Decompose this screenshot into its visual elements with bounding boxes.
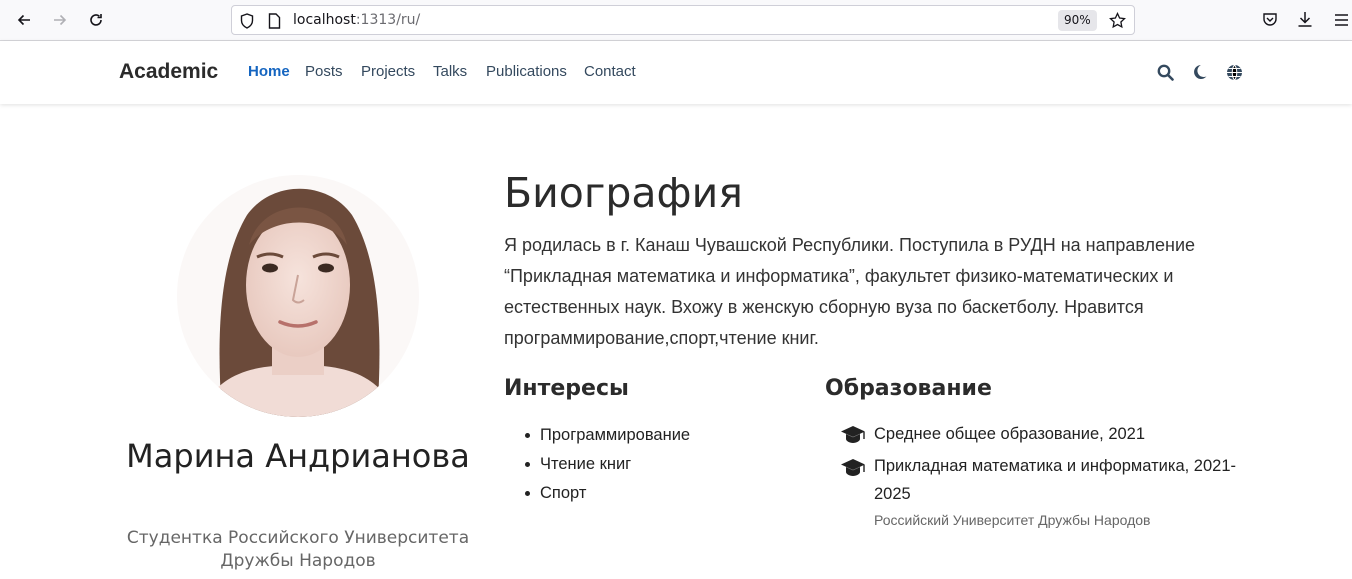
language-switcher[interactable] bbox=[1224, 62, 1244, 82]
profile-role: Студентка Российского Университета Дружб… bbox=[126, 528, 470, 571]
reload-icon bbox=[90, 14, 102, 26]
list-item: Спорт bbox=[522, 480, 690, 509]
interest-label: Программирование bbox=[540, 426, 691, 444]
bullet-icon bbox=[525, 491, 530, 496]
search-button[interactable] bbox=[1155, 62, 1175, 82]
interests-list: Программирование Чтение книг Спорт bbox=[522, 422, 690, 509]
globe-icon bbox=[1226, 64, 1242, 80]
nav-talks[interactable]: Talks bbox=[433, 63, 467, 80]
zoom-level-badge[interactable]: 90% bbox=[1058, 10, 1097, 31]
browser-toolbar: localhost:1313/ru/ 90% bbox=[0, 0, 1352, 41]
url-path: :1313/ru/ bbox=[355, 12, 421, 28]
avatar bbox=[177, 175, 419, 417]
forward-button[interactable] bbox=[47, 7, 73, 33]
graduation-cap-icon bbox=[841, 459, 865, 476]
education-title: Образование bbox=[825, 376, 992, 401]
list-item: Чтение книг bbox=[522, 451, 690, 480]
profile-photo bbox=[177, 175, 419, 417]
list-item: Программирование bbox=[522, 422, 690, 451]
nav-publications[interactable]: Publications bbox=[486, 63, 567, 80]
back-button[interactable] bbox=[11, 7, 37, 33]
site-navbar: Academic Home Posts Projects Talks Publi… bbox=[0, 41, 1352, 104]
interest-label: Чтение книг bbox=[540, 455, 632, 473]
interests-title: Интересы bbox=[504, 376, 629, 401]
shield-icon[interactable] bbox=[240, 13, 254, 29]
interest-label: Спорт bbox=[540, 484, 587, 502]
url-text[interactable]: localhost:1313/ru/ bbox=[293, 12, 420, 28]
url-bar[interactable]: localhost:1313/ru/ 90% bbox=[231, 5, 1135, 35]
search-icon bbox=[1157, 64, 1174, 81]
education-institution: Российский Университет Дружбы Народов bbox=[874, 512, 1151, 528]
bookmark-star-icon[interactable] bbox=[1109, 12, 1126, 29]
nav-posts[interactable]: Posts bbox=[305, 63, 343, 80]
site-brand[interactable]: Academic bbox=[119, 60, 218, 84]
dark-mode-toggle[interactable] bbox=[1189, 62, 1209, 82]
page-icon[interactable] bbox=[268, 13, 281, 29]
forward-arrow-icon bbox=[54, 14, 67, 26]
education-course: Среднее общее образование, 2021 bbox=[874, 425, 1146, 443]
education-course: Прикладная математика и информатика, 202… bbox=[874, 457, 1236, 503]
graduation-cap-icon bbox=[841, 426, 865, 443]
biography-title: Биография bbox=[504, 169, 743, 217]
profile-name: Марина Андрианова bbox=[126, 437, 470, 475]
hamburger-menu-icon[interactable] bbox=[1334, 13, 1349, 27]
downloads-icon[interactable] bbox=[1297, 11, 1313, 28]
nav-home[interactable]: Home bbox=[248, 63, 290, 80]
url-host: localhost bbox=[293, 12, 356, 28]
biography-text: Я родилась в г. Канаш Чувашской Республи… bbox=[504, 235, 1196, 348]
nav-contact[interactable]: Contact bbox=[584, 63, 636, 80]
bullet-icon bbox=[525, 433, 530, 438]
moon-icon bbox=[1193, 65, 1206, 79]
reload-button[interactable] bbox=[83, 7, 109, 33]
bullet-icon bbox=[525, 462, 530, 467]
pocket-icon[interactable] bbox=[1262, 12, 1278, 28]
back-arrow-icon bbox=[17, 14, 30, 26]
nav-projects[interactable]: Projects bbox=[361, 63, 415, 80]
